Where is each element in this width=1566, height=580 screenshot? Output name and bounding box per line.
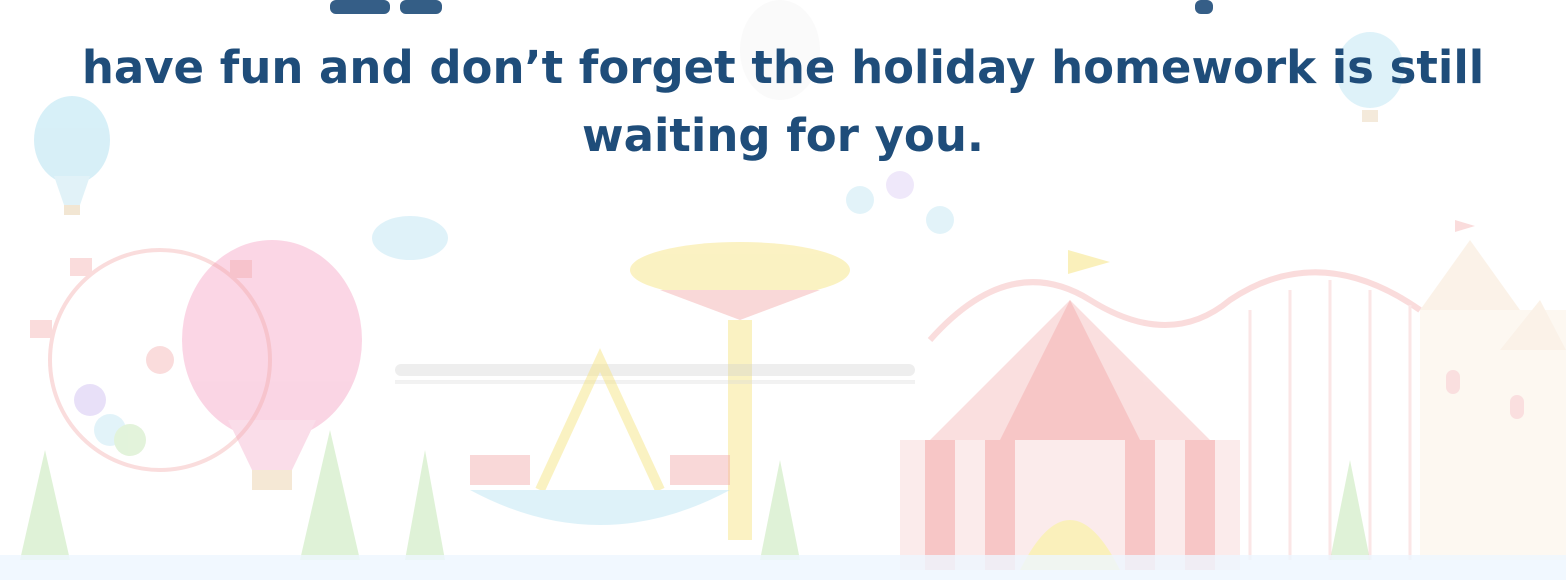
circus-tent-icon <box>900 250 1240 570</box>
hot-air-balloon-icon <box>372 216 448 260</box>
ground-strip <box>0 555 1566 580</box>
message-line-1: have fun and don’t forget the holiday ho… <box>81 41 1485 94</box>
train-icon <box>395 364 915 384</box>
message-line-2: waiting for you. <box>582 109 984 162</box>
castle-icon <box>1420 220 1566 560</box>
pirate-ship-icon <box>470 348 730 525</box>
